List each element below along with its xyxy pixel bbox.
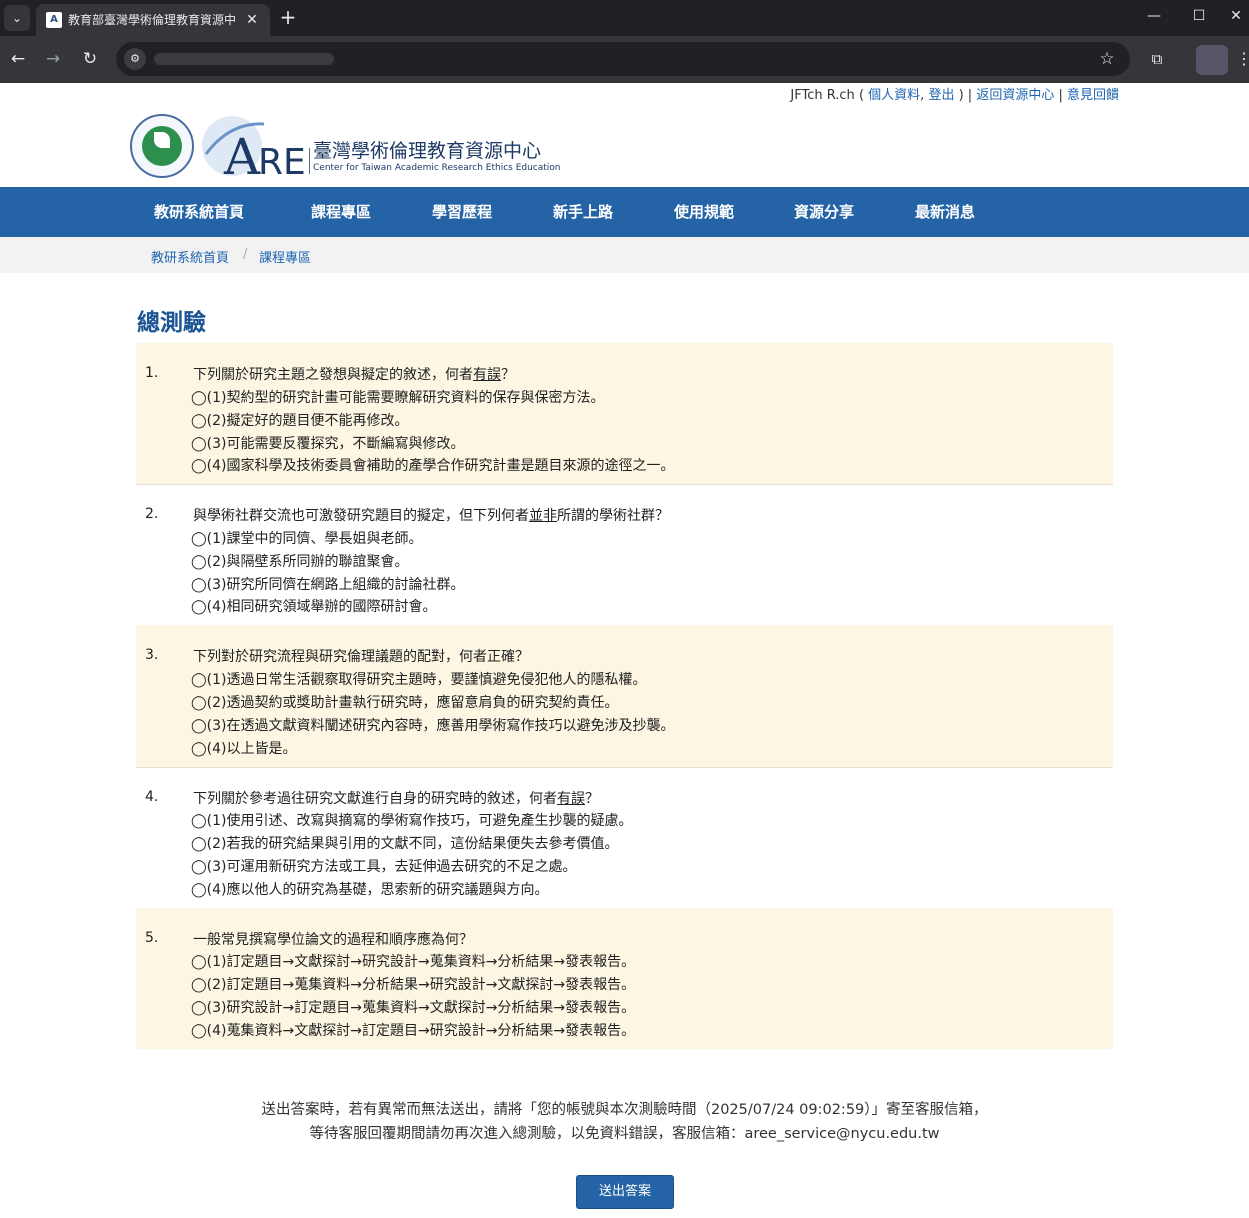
page-title: 總測驗 (137, 310, 206, 336)
close-icon[interactable]: ✕ (242, 10, 262, 30)
submit-notice-line-1: 送出答案時，若有異常而無法送出，請將「您的帳號與本次測驗時間（2025/07/2… (261, 1102, 988, 1118)
answer-option[interactable]: ◯(2)透過契約或獎助計畫執行研究時，應留意肩負的研究契約責任。 (191, 692, 619, 712)
plus-icon[interactable]: + (276, 6, 300, 30)
answer-option[interactable]: ◯(4)相同研究領域舉辦的國際研討會。 (191, 596, 437, 616)
site-favicon-icon: A (46, 12, 62, 28)
question-text: 下列關於參考過往研究文獻進行自身的研究時的敘述，何者有誤？ (193, 791, 599, 807)
browser-tab-bar: ⌄ A 教育部臺灣學術倫理教育資源中 ✕ + — ☐ ✕ (0, 0, 1249, 36)
answer-option[interactable]: ◯(3)研究設計→訂定題目→蒐集資料→文獻探討→分析結果→發表報告。 (191, 997, 635, 1017)
nav-item-learning-history[interactable]: 學習歷程 (432, 187, 492, 237)
question-5: 5. 一般常見撰寫學位論文的過程和順序應為何？ ◯(1)訂定題目→文獻探討→研究… (136, 908, 1113, 1049)
answer-option[interactable]: ◯(1)使用引述、改寫與摘寫的學術寫作技巧，可避免產生抄襲的疑慮。 (191, 810, 633, 830)
tab-search-icon[interactable]: ⌄ (4, 5, 30, 31)
answer-option[interactable]: ◯(2)訂定題目→蒐集資料→分析結果→研究設計→文獻探討→發表報告。 (191, 974, 635, 994)
reload-icon[interactable]: ↻ (77, 46, 103, 72)
browser-tab[interactable]: A 教育部臺灣學術倫理教育資源中 ✕ (36, 4, 270, 36)
question-number: 4. (145, 789, 159, 805)
nav-item-resources[interactable]: 資源分享 (794, 187, 854, 237)
minimize-icon[interactable]: — (1140, 4, 1168, 28)
answer-option[interactable]: ◯(4)以上皆是。 (191, 738, 297, 758)
question-number: 5. (145, 930, 159, 946)
main-nav: 教研系統首頁 課程專區 學習歷程 新手上路 使用規範 資源分享 最新消息 (0, 187, 1249, 237)
question-1: 1. 下列關於研究主題之發想與擬定的敘述，何者有誤？ ◯(1)契約型的研究計畫可… (136, 343, 1113, 485)
svg-text:REE: REE (258, 142, 310, 178)
nav-item-news[interactable]: 最新消息 (915, 187, 975, 237)
breadcrumb: 教研系統首頁 / 課程專區 (0, 237, 1249, 273)
logout-link[interactable]: 登出 (928, 88, 954, 103)
breadcrumb-home[interactable]: 教研系統首頁 (151, 247, 229, 266)
close-window-icon[interactable]: ✕ (1222, 4, 1249, 28)
back-to-center-link[interactable]: 返回資源中心 (976, 88, 1054, 103)
site-logo[interactable]: A REE 臺灣學術倫理教育資源中心 Center for Taiwan Aca… (130, 112, 561, 182)
breadcrumb-courses[interactable]: 課程專區 (259, 247, 311, 266)
ministry-seal-icon (130, 114, 194, 178)
maximize-icon[interactable]: ☐ (1185, 4, 1213, 28)
question-text: 與學術社群交流也可激發研究題目的擬定，但下列何者並非所謂的學術社群？ (193, 508, 669, 524)
user-bar: JFTch R.ch ( 個人資料, 登出 ) | 返回資源中心 | 意見回饋 (790, 88, 1119, 103)
answer-option[interactable]: ◯(1)訂定題目→文獻探討→研究設計→蒐集資料→分析結果→發表報告。 (191, 951, 635, 971)
center-subtitle: Center for Taiwan Academic Research Ethi… (313, 163, 561, 173)
answer-option[interactable]: ◯(4)應以他人的研究為基礎，思索新的研究議題與方向。 (191, 879, 549, 899)
answer-option[interactable]: ◯(1)課堂中的同儕、學長姐與老師。 (191, 528, 423, 548)
answer-option[interactable]: ◯(2)擬定好的題目便不能再修改。 (191, 410, 409, 430)
submit-notice-line-2: 等待客服回覆期間請勿再次進入總測驗，以免資料錯誤，客服信箱：aree_servi… (309, 1126, 940, 1142)
question-text: 一般常見撰寫學位論文的過程和順序應為何？ (193, 932, 473, 948)
profile-link[interactable]: 個人資料 (868, 88, 920, 103)
answer-option[interactable]: ◯(1)契約型的研究計畫可能需要瞭解研究資料的保存與保密方法。 (191, 387, 605, 407)
question-2: 2. 與學術社群交流也可激發研究題目的擬定，但下列何者並非所謂的學術社群？ ◯(… (136, 484, 1113, 626)
site-info-icon[interactable]: ⚙ (124, 48, 146, 70)
browser-toolbar: ← → ↻ ⚙ ☆ ⧉ ⋮ (0, 36, 1249, 83)
address-bar[interactable]: ⚙ ☆ (116, 42, 1130, 76)
url-text (154, 53, 334, 65)
feedback-link[interactable]: 意見回饋 (1067, 88, 1119, 103)
answer-option[interactable]: ◯(3)可能需要反覆探究，不斷編寫與修改。 (191, 433, 465, 453)
question-number: 1. (145, 365, 159, 381)
answer-option[interactable]: ◯(1)透過日常生活觀察取得研究主題時，要謹慎避免侵犯他人的隱私權。 (191, 669, 647, 689)
answer-option[interactable]: ◯(4)蒐集資料→文獻探討→訂定題目→研究設計→分析結果→發表報告。 (191, 1020, 635, 1040)
menu-icon[interactable]: ⋮ (1236, 47, 1249, 71)
star-icon[interactable]: ☆ (1096, 48, 1118, 70)
svg-text:A: A (223, 128, 261, 178)
question-number: 3. (145, 647, 159, 663)
nav-item-rules[interactable]: 使用規範 (674, 187, 734, 237)
answer-option[interactable]: ◯(3)研究所同儕在網路上組織的討論社群。 (191, 574, 465, 594)
breadcrumb-separator: / (243, 247, 248, 262)
answer-option[interactable]: ◯(3)可運用新研究方法或工具，去延伸過去研究的不足之處。 (191, 856, 577, 876)
submit-answers-button[interactable]: 送出答案 (576, 1175, 674, 1209)
nav-item-getting-started[interactable]: 新手上路 (553, 187, 613, 237)
aree-logo-icon: A REE (202, 116, 310, 178)
question-text: 下列關於研究主題之發想與擬定的敘述，何者有誤？ (193, 367, 515, 383)
question-text: 下列對於研究流程與研究倫理議題的配對，何者正確？ (193, 649, 529, 665)
profile-avatar[interactable] (1196, 45, 1228, 75)
tab-title: 教育部臺灣學術倫理教育資源中 (68, 13, 236, 27)
center-title: 臺灣學術倫理教育資源中心 (313, 140, 542, 162)
answer-option[interactable]: ◯(2)與隔壁系所同辦的聯誼聚會。 (191, 551, 409, 571)
nav-item-courses[interactable]: 課程專區 (311, 187, 371, 237)
question-3: 3. 下列對於研究流程與研究倫理議題的配對，何者正確？ ◯(1)透過日常生活觀察… (136, 625, 1113, 768)
question-number: 2. (145, 506, 159, 522)
extensions-icon[interactable]: ⧉ (1145, 47, 1169, 71)
nav-item-home[interactable]: 教研系統首頁 (154, 187, 244, 237)
answer-option[interactable]: ◯(2)若我的研究結果與引用的文獻不同，這份結果便失去參考價值。 (191, 833, 619, 853)
user-name: JFTch R.ch (790, 88, 855, 103)
question-4: 4. 下列關於參考過往研究文獻進行自身的研究時的敘述，何者有誤？ ◯(1)使用引… (136, 767, 1113, 909)
forward-icon[interactable]: → (40, 46, 66, 72)
back-icon[interactable]: ← (5, 46, 31, 72)
answer-option[interactable]: ◯(4)國家科學及技術委員會補助的產學合作研究計畫是題目來源的途徑之一。 (191, 455, 675, 475)
answer-option[interactable]: ◯(3)在透過文獻資料闡述研究內容時，應善用學術寫作技巧以避免涉及抄襲。 (191, 715, 675, 735)
